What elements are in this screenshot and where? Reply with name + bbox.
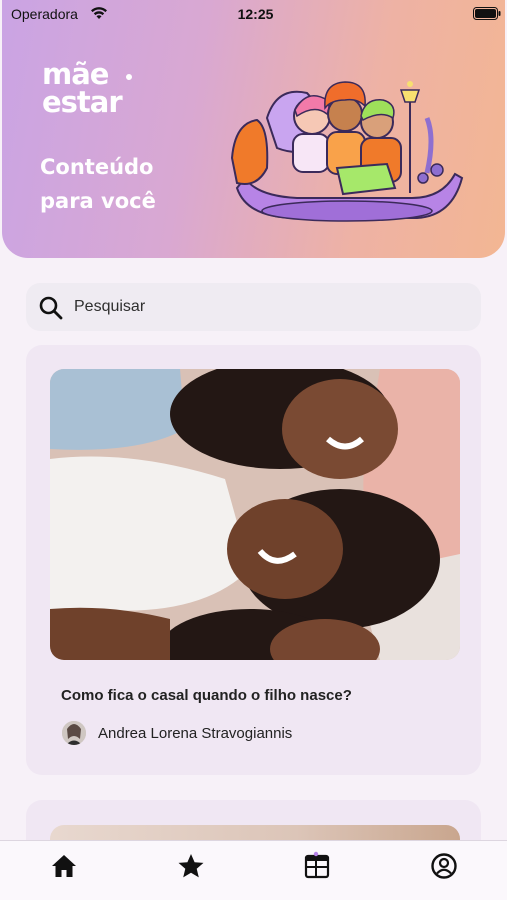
app-logo: mãe estar — [42, 57, 132, 119]
tab-calendar[interactable] — [302, 851, 332, 881]
status-bar: Operadora 12:25 — [2, 0, 505, 30]
family-illustration — [230, 81, 464, 222]
search-icon — [39, 296, 63, 320]
home-icon — [52, 855, 76, 877]
battery-icon — [473, 7, 501, 20]
tab-home[interactable] — [49, 851, 79, 881]
logo-line-1: mãe — [42, 57, 109, 91]
search-input[interactable] — [74, 291, 454, 323]
author-name: Andrea Lorena Stravogiannis — [98, 725, 293, 742]
tab-favorites[interactable] — [176, 851, 206, 881]
article-card[interactable]: Como fica o casal quando o filho nasce? … — [26, 345, 481, 775]
author-avatar — [62, 721, 86, 745]
article-photo — [50, 369, 460, 660]
tagline-line-2: para você — [40, 189, 156, 213]
calendar-icon — [304, 851, 330, 879]
header-tagline: Conteúdo para você — [40, 150, 156, 218]
tab-bar — [0, 840, 507, 900]
tagline-line-1: Conteúdo — [40, 155, 154, 179]
status-time: 12:25 — [237, 6, 274, 22]
search-bar[interactable] — [26, 283, 481, 331]
profile-icon — [431, 853, 457, 879]
article-title: Como fica o casal quando o filho nasce? — [61, 687, 352, 704]
logo-line-2: estar — [42, 85, 123, 119]
tab-profile[interactable] — [429, 851, 459, 881]
star-icon — [178, 854, 204, 878]
hero-header: Operadora 12:25 mãe estar Conteúdo para … — [2, 0, 505, 258]
logo-dot — [126, 74, 132, 80]
